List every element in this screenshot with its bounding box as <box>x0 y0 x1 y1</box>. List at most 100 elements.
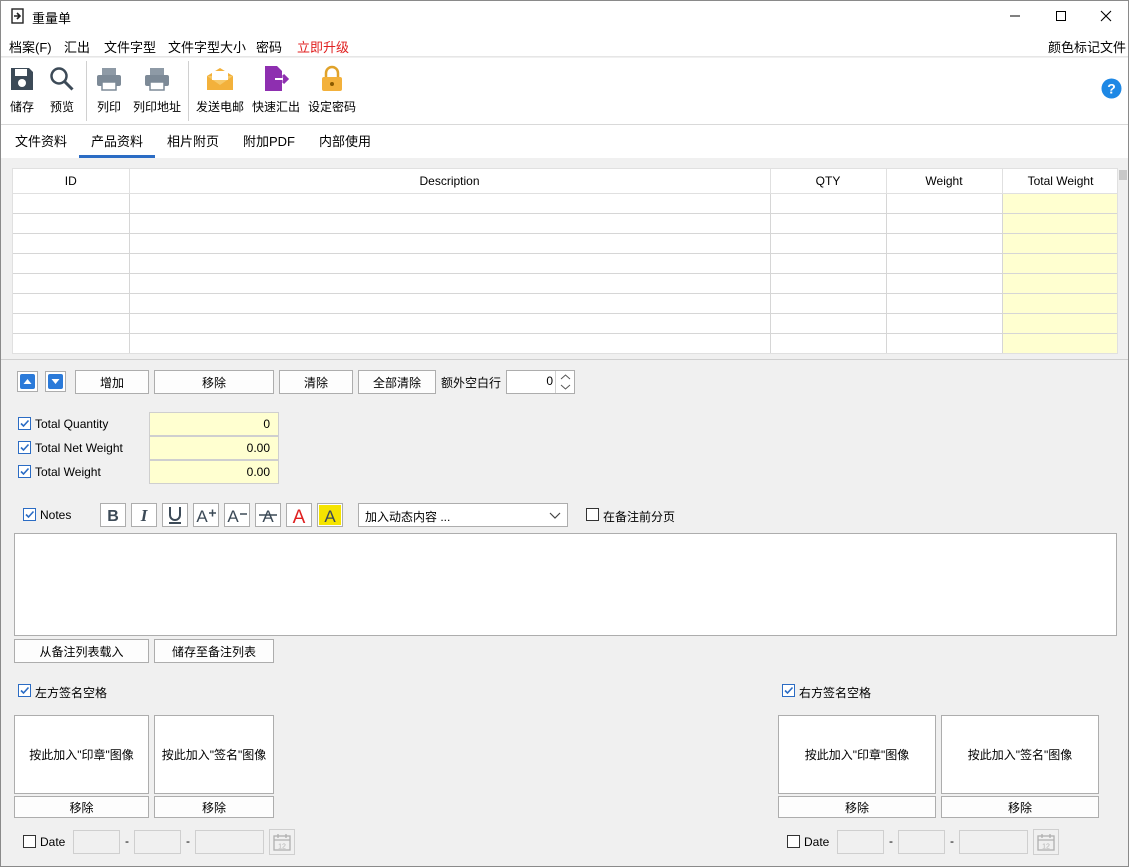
table-cell[interactable] <box>1002 253 1117 274</box>
right-date-month[interactable] <box>898 830 945 854</box>
left-stamp-remove-button[interactable]: 移除 <box>14 796 149 818</box>
notes-textarea[interactable] <box>14 533 1117 636</box>
left-date-year[interactable] <box>73 830 120 854</box>
strikethrough-button[interactable]: A <box>255 503 281 527</box>
table-cell[interactable] <box>770 213 887 234</box>
tab-internal-use[interactable]: 内部使用 <box>307 125 383 158</box>
column-header-weight[interactable]: Weight <box>886 169 1003 194</box>
right-date-checkbox[interactable] <box>787 835 800 848</box>
column-header-description[interactable]: Description <box>129 169 771 194</box>
remove-row-button[interactable]: 移除 <box>154 370 274 394</box>
menu-upgrade[interactable]: 立即升级 <box>297 37 349 56</box>
print-address-button[interactable]: 列印地址 <box>131 58 183 125</box>
menu-font-size[interactable]: 文件字型大小 <box>168 37 246 56</box>
left-signature-image-button[interactable]: 按此加入"签名"图像 <box>154 715 274 794</box>
table-cell[interactable] <box>13 213 130 234</box>
menu-color-mark-file[interactable]: 颜色标记文件 <box>1048 37 1126 56</box>
right-date-year[interactable] <box>837 830 884 854</box>
page-break-checkbox[interactable] <box>586 508 599 521</box>
left-signature-remove-button[interactable]: 移除 <box>154 796 274 818</box>
clear-all-button[interactable]: 全部清除 <box>358 370 436 394</box>
right-date-picker-button[interactable]: 12 <box>1033 829 1059 855</box>
dynamic-content-select[interactable]: 加入动态内容 ... <box>358 503 568 527</box>
vertical-scrollbar[interactable] <box>1118 168 1128 354</box>
extra-blank-rows-spinner[interactable]: 0 <box>506 370 575 394</box>
table-cell[interactable] <box>1002 213 1117 234</box>
table-cell[interactable] <box>770 313 887 334</box>
table-cell[interactable] <box>770 333 887 353</box>
right-stamp-image-button[interactable]: 按此加入"印章"图像 <box>778 715 936 794</box>
table-cell[interactable] <box>13 253 130 274</box>
bold-button[interactable]: B <box>100 503 126 527</box>
preview-button[interactable]: 预览 <box>45 58 79 125</box>
table-cell[interactable] <box>129 333 771 353</box>
right-date-day[interactable] <box>959 830 1028 854</box>
table-cell[interactable] <box>129 233 771 254</box>
table-cell[interactable] <box>129 253 771 274</box>
move-down-button[interactable] <box>45 371 66 392</box>
table-cell[interactable] <box>886 293 1003 314</box>
left-date-picker-button[interactable]: 12 <box>269 829 295 855</box>
total-weight-checkbox[interactable] <box>18 465 31 478</box>
table-cell[interactable] <box>886 233 1003 254</box>
right-signature-image-button[interactable]: 按此加入"签名"图像 <box>941 715 1099 794</box>
right-signature-checkbox[interactable] <box>782 684 795 697</box>
table-cell[interactable] <box>886 253 1003 274</box>
italic-button[interactable]: I <box>131 503 157 527</box>
table-cell[interactable] <box>129 193 771 214</box>
column-header-id[interactable]: ID <box>13 169 130 194</box>
tab-product-info[interactable]: 产品资料 <box>79 125 155 158</box>
spinner-arrows[interactable] <box>555 371 574 393</box>
underline-button[interactable] <box>162 503 188 527</box>
minimize-button[interactable] <box>992 1 1038 31</box>
table-cell[interactable] <box>1002 273 1117 294</box>
table-cell[interactable] <box>770 193 887 214</box>
table-cell[interactable] <box>129 293 771 314</box>
load-notes-button[interactable]: 从备注列表载入 <box>14 639 149 663</box>
table-cell[interactable] <box>129 313 771 334</box>
move-up-button[interactable] <box>17 371 38 392</box>
clear-row-button[interactable]: 清除 <box>279 370 353 394</box>
save-notes-button[interactable]: 储存至备注列表 <box>154 639 274 663</box>
quick-export-button[interactable]: 快速汇出 <box>250 58 302 125</box>
menu-file[interactable]: 档案(F) <box>9 37 52 56</box>
table-cell[interactable] <box>886 273 1003 294</box>
table-cell[interactable] <box>1002 233 1117 254</box>
increase-font-button[interactable]: A <box>193 503 219 527</box>
table-cell[interactable] <box>1002 313 1117 334</box>
table-cell[interactable] <box>13 313 130 334</box>
tab-attach-pdf[interactable]: 附加PDF <box>231 125 307 158</box>
column-header-total-weight[interactable]: Total Weight <box>1002 169 1117 194</box>
print-button[interactable]: 列印 <box>92 58 126 125</box>
table-cell[interactable] <box>13 193 130 214</box>
table-cell[interactable] <box>1002 293 1117 314</box>
table-cell[interactable] <box>886 333 1003 353</box>
table-cell[interactable] <box>129 213 771 234</box>
left-stamp-image-button[interactable]: 按此加入"印章"图像 <box>14 715 149 794</box>
close-button[interactable] <box>1083 1 1129 31</box>
table-cell[interactable] <box>13 333 130 353</box>
left-date-day[interactable] <box>195 830 264 854</box>
table-cell[interactable] <box>129 273 771 294</box>
total-net-weight-checkbox[interactable] <box>18 441 31 454</box>
font-color-button[interactable]: A <box>286 503 312 527</box>
highlight-button[interactable]: A <box>317 503 343 527</box>
left-date-month[interactable] <box>134 830 181 854</box>
menu-font[interactable]: 文件字型 <box>104 37 156 56</box>
table-cell[interactable] <box>1002 193 1117 214</box>
maximize-button[interactable] <box>1038 1 1084 31</box>
left-signature-checkbox[interactable] <box>18 684 31 697</box>
table-cell[interactable] <box>13 233 130 254</box>
tab-document-info[interactable]: 文件资料 <box>3 125 79 158</box>
set-password-button[interactable]: 设定密码 <box>306 58 358 125</box>
menu-export[interactable]: 汇出 <box>64 37 90 56</box>
decrease-font-button[interactable]: A <box>224 503 250 527</box>
save-button[interactable]: 储存 <box>5 58 39 125</box>
right-signature-remove-button[interactable]: 移除 <box>941 796 1099 818</box>
table-cell[interactable] <box>770 293 887 314</box>
add-row-button[interactable]: 增加 <box>75 370 149 394</box>
scrollbar-thumb[interactable] <box>1119 170 1127 180</box>
table-cell[interactable] <box>770 253 887 274</box>
table-cell[interactable] <box>770 273 887 294</box>
right-stamp-remove-button[interactable]: 移除 <box>778 796 936 818</box>
